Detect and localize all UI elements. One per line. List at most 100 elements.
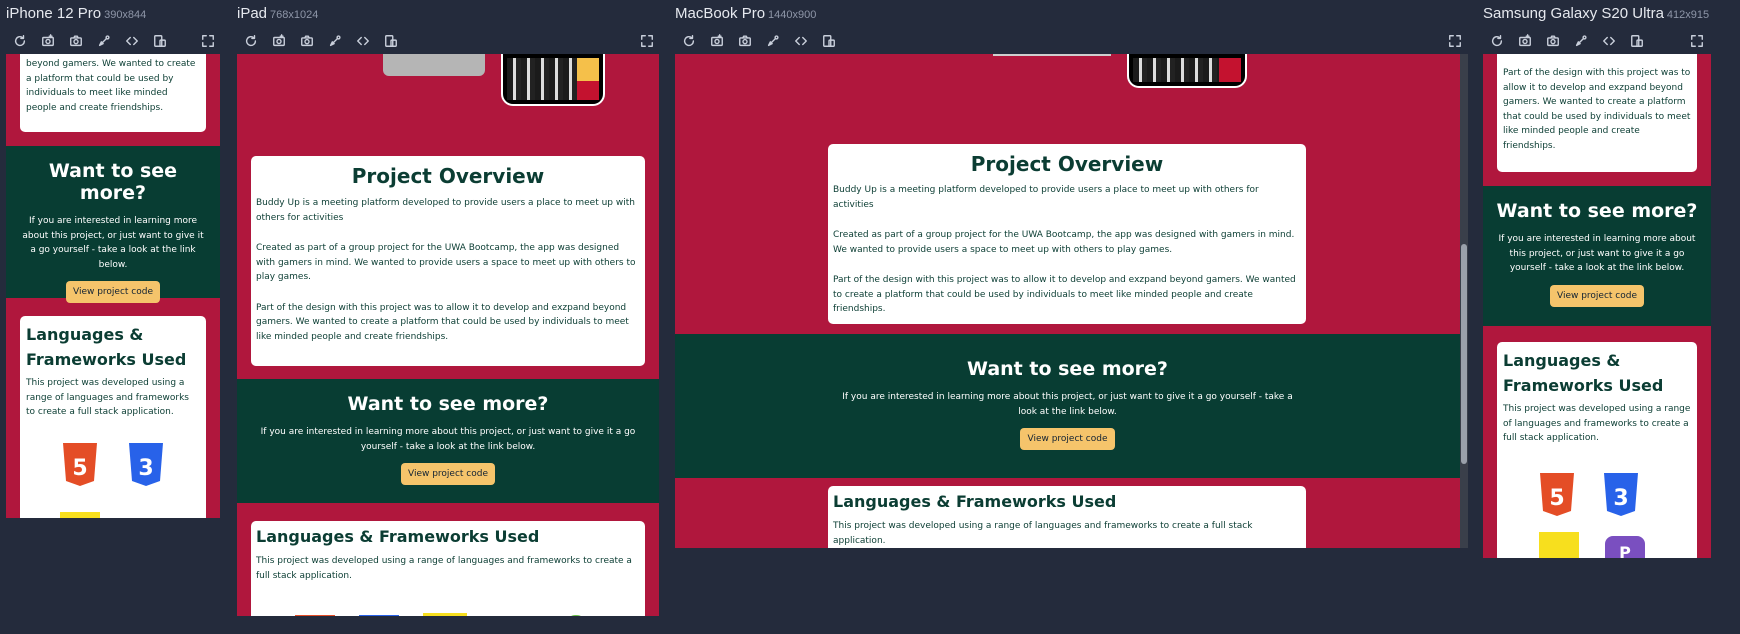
- fullscreen-icon[interactable]: [194, 30, 222, 52]
- html5-glyph: 5: [72, 456, 87, 481]
- devices-icon[interactable]: [377, 30, 405, 52]
- devices-icon[interactable]: [1623, 30, 1651, 52]
- languages-title: Languages & Frameworks Used: [833, 492, 1117, 511]
- code-icon[interactable]: [349, 30, 377, 52]
- screenshot-icon[interactable]: [265, 30, 293, 52]
- devices-icon[interactable]: [146, 30, 174, 52]
- js-icon: [60, 512, 100, 518]
- device-header: iPhone 12 Pro 390x844: [6, 0, 222, 28]
- device-toolbar: [6, 28, 222, 54]
- languages-text: This project was developed using a range…: [1503, 404, 1691, 443]
- intro-card: beyond gamers. We wanted to create a pla…: [20, 54, 206, 132]
- mockup-phone-image: [1127, 54, 1247, 88]
- fullscreen-icon[interactable]: [633, 30, 661, 52]
- languages-card: Languages & Frameworks Used This project…: [828, 486, 1306, 548]
- languages-text: This project was developed using a range…: [833, 521, 1253, 546]
- device-name: iPad: [237, 5, 268, 22]
- screenshot-icon[interactable]: [1511, 30, 1539, 52]
- overview-p2: Created as part of a group project for t…: [833, 230, 1295, 255]
- languages-card: Languages & Frameworks Used This project…: [251, 521, 645, 616]
- html5-icon: [295, 615, 335, 616]
- languages-card: Languages & Frameworks Used This project…: [20, 316, 206, 518]
- view-code-button[interactable]: View project code: [1549, 284, 1645, 307]
- reload-icon[interactable]: [237, 30, 265, 52]
- mockup-phone-image: [501, 54, 605, 106]
- more-section: Want to see more? If you are interested …: [237, 379, 659, 503]
- more-title: Want to see more?: [1496, 200, 1698, 222]
- languages-title-line2: Frameworks Used: [1503, 376, 1664, 395]
- html5-glyph: 5: [1549, 486, 1564, 511]
- overview-card: Project Overview Buddy Up is a meeting p…: [828, 144, 1306, 324]
- overview-p3: Part of the design with this project was…: [256, 302, 629, 342]
- screenshot-icon[interactable]: [34, 30, 62, 52]
- languages-title-line1: Languages &: [26, 325, 144, 344]
- galaxy-viewport: Part of the design with this project was…: [1483, 54, 1711, 558]
- intro-text: beyond gamers. We wanted to create a pla…: [26, 59, 196, 113]
- view-code-button[interactable]: View project code: [400, 463, 496, 485]
- scrollbar[interactable]: [1460, 54, 1468, 548]
- more-section: Want to see more? If you are interested …: [1483, 186, 1711, 326]
- scrollbar-thumb[interactable]: [1461, 244, 1467, 464]
- camera-icon[interactable]: [1539, 30, 1567, 52]
- device-name: Samsung Galaxy S20 Ultra: [1483, 5, 1664, 22]
- iphone-viewport: beyond gamers. We wanted to create a pla…: [6, 54, 220, 518]
- fullscreen-icon[interactable]: [1683, 30, 1711, 52]
- device-ipad: iPad 768x1024 Project Overview Buddy Up …: [237, 0, 661, 616]
- overview-p2: Created as part of a group project for t…: [256, 243, 636, 282]
- intro-card: Part of the design with this project was…: [1497, 54, 1697, 172]
- css3-icon: [359, 615, 399, 616]
- camera-icon[interactable]: [731, 30, 759, 52]
- more-title: Want to see more?: [347, 393, 549, 415]
- devices-icon[interactable]: [815, 30, 843, 52]
- intro-text: Part of the design with this project was…: [1503, 68, 1691, 151]
- device-macbook: MacBook Pro 1440x900 Project Overview Bu…: [675, 0, 1469, 548]
- more-section: Want to see more? If you are interested …: [675, 334, 1460, 478]
- css3-glyph: 3: [138, 456, 153, 481]
- ipad-viewport: Project Overview Buddy Up is a meeting p…: [237, 54, 659, 616]
- screenshot-icon[interactable]: [703, 30, 731, 52]
- device-toolbar: [675, 28, 1469, 54]
- css3-icon: 3: [129, 443, 163, 486]
- code-icon[interactable]: [118, 30, 146, 52]
- html5-icon: 5: [1540, 473, 1574, 516]
- rotate-icon[interactable]: [1567, 30, 1595, 52]
- view-code-button[interactable]: View project code: [65, 281, 161, 303]
- device-toolbar: [237, 28, 661, 54]
- overview-p1: Buddy Up is a meeting platform developed…: [256, 198, 635, 223]
- device-name: iPhone 12 Pro: [6, 5, 102, 22]
- device-size: 768x1024: [270, 9, 319, 21]
- mockup-monitor-edge: [993, 54, 1111, 56]
- camera-icon[interactable]: [62, 30, 90, 52]
- more-text: If you are interested in learning more a…: [260, 427, 636, 452]
- more-text: If you are interested in learning more a…: [22, 216, 204, 270]
- view-code-button[interactable]: View project code: [1020, 428, 1115, 450]
- overview-title: Project Overview: [351, 164, 545, 188]
- more-text: If you are interested in learning more a…: [1498, 234, 1696, 273]
- device-name: MacBook Pro: [675, 5, 766, 22]
- camera-icon[interactable]: [293, 30, 321, 52]
- code-icon[interactable]: [787, 30, 815, 52]
- device-galaxy: Samsung Galaxy S20 Ultra 412x915 Part of…: [1483, 0, 1711, 558]
- more-title: Want to see more?: [48, 160, 178, 204]
- overview-p1: Buddy Up is a meeting platform developed…: [833, 185, 1259, 210]
- languages-text: This project was developed using a range…: [256, 556, 632, 581]
- css3-icon: 3: [1604, 473, 1638, 516]
- device-size: 1440x900: [768, 9, 817, 21]
- code-icon[interactable]: [1595, 30, 1623, 52]
- php-icon: P: [1605, 536, 1645, 558]
- node-icon: [567, 615, 585, 616]
- overview-p3: Part of the design with this project was…: [833, 275, 1296, 314]
- device-size: 390x844: [104, 9, 147, 21]
- rotate-icon[interactable]: [759, 30, 787, 52]
- fullscreen-icon[interactable]: [1441, 30, 1469, 52]
- html5-icon: 5: [63, 443, 97, 486]
- languages-title: Languages & Frameworks Used: [256, 527, 540, 546]
- rotate-icon[interactable]: [90, 30, 118, 52]
- js-icon: [1539, 532, 1579, 558]
- reload-icon[interactable]: [6, 30, 34, 52]
- reload-icon[interactable]: [675, 30, 703, 52]
- rotate-icon[interactable]: [321, 30, 349, 52]
- languages-title-line1: Languages &: [1503, 351, 1621, 370]
- reload-icon[interactable]: [1483, 30, 1511, 52]
- overview-card: Project Overview Buddy Up is a meeting p…: [251, 156, 645, 366]
